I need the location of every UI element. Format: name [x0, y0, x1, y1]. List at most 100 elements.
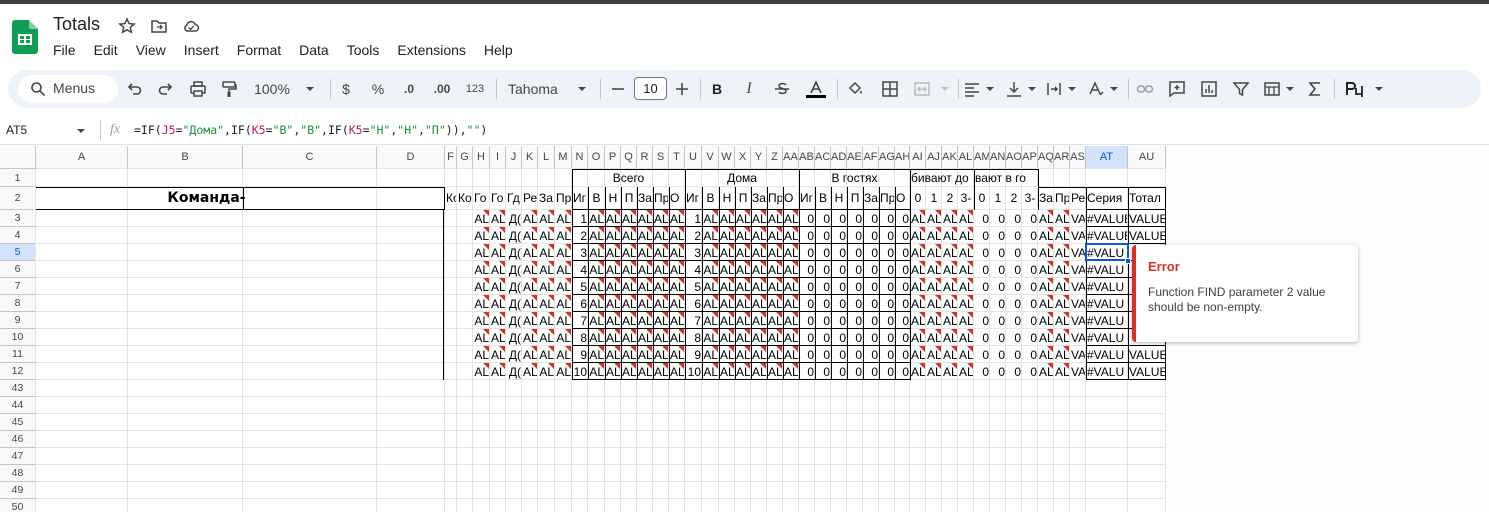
zero-cell[interactable]: 0: [832, 262, 846, 277]
column-header-q[interactable]: Q: [621, 146, 637, 169]
row-header-9[interactable]: 9: [0, 312, 36, 329]
result-cell[interactable]: VAL: [1071, 364, 1085, 379]
series-cell[interactable]: #VALU: [1087, 279, 1127, 294]
header-cell-s[interactable]: Пр: [654, 188, 668, 209]
zero-cell[interactable]: 0: [975, 279, 989, 294]
total-cell[interactable]: VALUE: [1129, 347, 1165, 362]
group-header-conceded[interactable]: вают в го: [975, 170, 1037, 186]
match-number-cell[interactable]: 9: [573, 347, 587, 362]
series-cell[interactable]: #VALU: [1087, 347, 1127, 362]
row-header-6[interactable]: 6: [0, 261, 36, 278]
header-cell-i[interactable]: Го: [491, 188, 505, 209]
zero-cell[interactable]: 0: [1007, 245, 1021, 260]
zero-cell[interactable]: 0: [1007, 211, 1021, 226]
zero-cell[interactable]: 0: [800, 245, 814, 260]
column-header-ac[interactable]: AC: [815, 146, 831, 169]
fill-handle[interactable]: [1125, 258, 1131, 264]
star-icon[interactable]: [118, 17, 136, 35]
column-header-an[interactable]: AN: [990, 146, 1006, 169]
header-cell-z[interactable]: Пр: [768, 188, 782, 209]
match-number-cell[interactable]: 5: [686, 279, 701, 294]
zero-cell[interactable]: 0: [864, 296, 878, 311]
zero-cell[interactable]: 0: [896, 279, 909, 294]
zero-cell[interactable]: 0: [800, 313, 814, 328]
header-cell-v[interactable]: В: [703, 188, 718, 209]
increase-font-size-icon[interactable]: [673, 80, 691, 98]
zero-cell[interactable]: 0: [864, 262, 878, 277]
zero-cell[interactable]: 0: [832, 330, 846, 345]
header-cell-ac[interactable]: В: [816, 188, 830, 209]
document-title[interactable]: Totals: [53, 14, 100, 35]
zero-cell[interactable]: 0: [816, 347, 830, 362]
home-away-cell[interactable]: Д(: [507, 330, 521, 345]
chevron-down-icon[interactable]: [1281, 80, 1299, 98]
zero-cell[interactable]: 0: [896, 211, 909, 226]
zero-cell[interactable]: 0: [800, 228, 814, 243]
zero-cell[interactable]: 0: [1023, 364, 1037, 379]
zero-cell[interactable]: 0: [991, 364, 1005, 379]
zero-cell[interactable]: 0: [880, 279, 894, 294]
header-cell-r[interactable]: За: [638, 188, 652, 209]
functions-icon[interactable]: [1306, 80, 1324, 98]
cloud-status-icon[interactable]: [182, 17, 200, 35]
zero-cell[interactable]: 0: [848, 228, 862, 243]
column-header-aq[interactable]: AQ: [1038, 146, 1054, 169]
match-number-cell[interactable]: 7: [573, 313, 587, 328]
zero-cell[interactable]: 0: [991, 347, 1005, 362]
header-cell-m[interactable]: Пр: [556, 188, 571, 209]
row-header-12[interactable]: 12: [0, 363, 36, 380]
chevron-down-icon[interactable]: [1023, 80, 1041, 98]
row-header-50[interactable]: 50: [0, 499, 36, 512]
column-header-af[interactable]: AF: [863, 146, 879, 169]
match-number-cell[interactable]: 10: [573, 364, 587, 379]
home-away-cell[interactable]: Д(: [507, 228, 521, 243]
match-number-cell[interactable]: 8: [573, 330, 587, 345]
menus-search[interactable]: Menus: [18, 75, 118, 103]
header-cell-h[interactable]: Го: [474, 188, 489, 209]
header-cell-ae[interactable]: П: [848, 188, 862, 209]
zero-cell[interactable]: 0: [975, 313, 989, 328]
zero-cell[interactable]: 0: [816, 313, 830, 328]
column-header-a[interactable]: A: [36, 146, 128, 169]
home-away-cell[interactable]: Д(: [507, 313, 521, 328]
zero-cell[interactable]: 0: [832, 296, 846, 311]
chevron-down-icon[interactable]: [573, 80, 591, 98]
menu-help[interactable]: Help: [475, 41, 522, 61]
menu-tools[interactable]: Tools: [338, 41, 389, 61]
column-header-ad[interactable]: AD: [831, 146, 847, 169]
zero-cell[interactable]: 0: [1023, 330, 1037, 345]
zero-cell[interactable]: 0: [975, 228, 989, 243]
zero-cell[interactable]: 0: [1007, 364, 1021, 379]
zero-cell[interactable]: 0: [880, 262, 894, 277]
zoom-select[interactable]: 100%: [252, 79, 292, 99]
zero-cell[interactable]: 0: [816, 364, 830, 379]
zero-cell[interactable]: 0: [1023, 228, 1037, 243]
zero-cell[interactable]: 0: [1007, 313, 1021, 328]
series-cell[interactable]: #VALUE: [1087, 211, 1127, 226]
column-header-i[interactable]: I: [490, 146, 506, 169]
zero-cell[interactable]: 0: [848, 364, 862, 379]
text-wrapping-icon[interactable]: [1045, 80, 1063, 98]
column-header-ap[interactable]: AP: [1022, 146, 1038, 169]
column-header-z[interactable]: Z: [767, 146, 783, 169]
home-away-cell[interactable]: Д(: [507, 364, 521, 379]
header-cell-w[interactable]: Н: [720, 188, 734, 209]
column-header-ai[interactable]: AI: [910, 146, 926, 169]
zero-cell[interactable]: 0: [864, 347, 878, 362]
zero-cell[interactable]: 0: [816, 330, 830, 345]
zero-cell[interactable]: 0: [832, 279, 846, 294]
zero-cell[interactable]: 0: [848, 313, 862, 328]
header-cell-ad[interactable]: Н: [832, 188, 846, 209]
zero-cell[interactable]: 0: [991, 211, 1005, 226]
row-header-44[interactable]: 44: [0, 397, 36, 414]
header-cell-am[interactable]: 0: [975, 188, 989, 209]
chevron-down-icon[interactable]: [1370, 80, 1388, 98]
filter-icon[interactable]: [1232, 80, 1250, 98]
corner-select-all[interactable]: [0, 146, 36, 169]
decrease-font-size-icon[interactable]: [609, 80, 627, 98]
zero-cell[interactable]: 0: [1023, 313, 1037, 328]
chevron-down-icon[interactable]: [936, 80, 954, 98]
group-header-home[interactable]: Дома: [686, 170, 798, 186]
column-header-ag[interactable]: AG: [879, 146, 895, 169]
match-number-cell[interactable]: 3: [686, 245, 701, 260]
